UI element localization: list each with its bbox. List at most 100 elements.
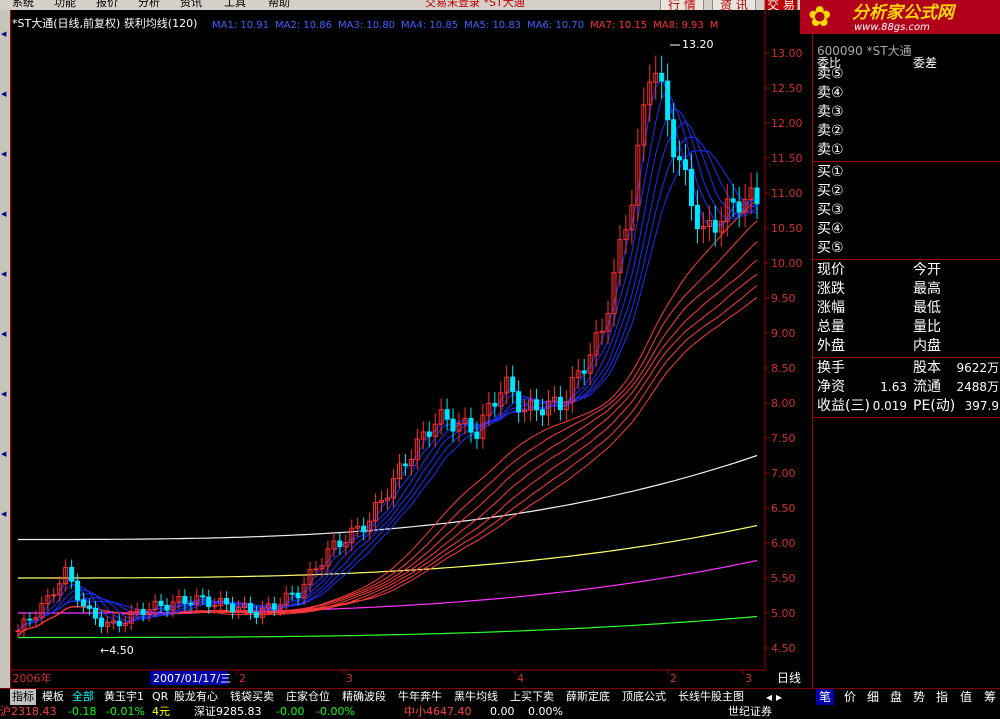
sh-change-pct: -0.01% (106, 705, 145, 718)
y-tick-label: 12.50 (771, 82, 803, 95)
tab-jingque[interactable]: 精确波段 (342, 689, 386, 705)
kline-svg[interactable]: 13.00 12.50 12.00 11.50 11.00 10.50 10.00 9.50 9… (10, 10, 810, 688)
tab-gulong[interactable]: 股龙有心 (174, 689, 218, 705)
tab-changxian[interactable]: 长线牛股主图 (678, 689, 744, 705)
eps-value: 0.019 (872, 399, 907, 413)
news-button[interactable]: 资 讯 (712, 0, 756, 10)
candle-body (337, 540, 343, 548)
tab-scroll-left[interactable]: ◂ (766, 689, 772, 705)
arrow-icon[interactable]: ◀ (1, 150, 6, 158)
tab-zhi2[interactable]: 值 (960, 689, 972, 705)
indicator-tabs: 指标 模板 全部 黄玉宇1 QR 股龙有心 钱袋买卖 庄家仓位 精确波段 牛年奔… (0, 688, 1000, 705)
candle-body (665, 80, 671, 121)
y-tick-label: 6.00 (771, 537, 796, 550)
logo-title: 分析家公式网 (852, 3, 954, 23)
candle-body (581, 370, 587, 374)
ma-label: MA5: 10.83 (464, 20, 522, 31)
zx-index: 中小4647.40 (404, 705, 472, 718)
price-label: 现价 (817, 262, 845, 278)
tab-indicator[interactable]: 指标 (10, 689, 36, 705)
float-value: 2488万 (956, 380, 999, 394)
menu-analysis[interactable]: 分析 (138, 0, 160, 9)
arrow-icon[interactable]: ◀ (1, 210, 6, 218)
kline-chart[interactable]: 13.00 12.50 12.00 11.50 11.00 10.50 10.00 9.50 9… (10, 10, 810, 688)
candle-body (444, 409, 450, 420)
y-tick-label: 6.50 (771, 502, 796, 515)
tab-qr[interactable]: QR (152, 689, 168, 705)
trade-button[interactable]: 交 易 (764, 0, 798, 10)
sell2-label: 卖② (817, 123, 844, 139)
open-label: 今开 (913, 262, 941, 278)
candle-body (557, 396, 563, 411)
tab-xi[interactable]: 细 (867, 689, 879, 705)
buy2-label: 买② (817, 183, 844, 199)
tab-chou[interactable]: 筹 (984, 689, 996, 705)
tab-dingdi[interactable]: 顶底公式 (622, 689, 666, 705)
inner-label: 内盘 (913, 338, 941, 354)
zx-change: 0.00 (490, 705, 515, 718)
tab-heiniu[interactable]: 黑牛均线 (454, 689, 498, 705)
tab-xuesi[interactable]: 薛斯定底 (566, 689, 610, 705)
tab-shangmai[interactable]: 上买下卖 (510, 689, 554, 705)
quote-button[interactable]: 行 情 (660, 0, 704, 10)
tab-huangyuyu[interactable]: 黄玉宇1 (104, 689, 144, 705)
tab-bi[interactable]: 笔 (816, 689, 835, 705)
menu-info[interactable]: 资讯 (180, 0, 202, 9)
ma-label: MA8: 9.93 (653, 20, 704, 31)
candle-body (539, 409, 545, 416)
tab-scroll-right[interactable]: ▸ (776, 689, 782, 705)
tab-niunian[interactable]: 牛年奔牛 (398, 689, 442, 705)
y-tick-label: 5.00 (771, 607, 796, 620)
arrow-icon[interactable]: ◀ (1, 510, 6, 518)
ma-label: MA2: 10.86 (275, 20, 333, 31)
sz-index: 深证9285.83 (194, 705, 262, 718)
arrow-icon[interactable]: ◀ (1, 390, 6, 398)
tab-all[interactable]: 全部 (72, 689, 94, 705)
left-scroll-strip[interactable]: ◀ ◀ ◀ ◀ ◀ ◀ ◀ ◀ ◀ (0, 10, 10, 688)
tab-zhuangjia[interactable]: 庄家仓位 (286, 689, 330, 705)
candle-body (75, 580, 81, 601)
tab-jia[interactable]: 价 (844, 689, 856, 705)
candle-body (402, 463, 408, 467)
y-tick-label: 9.00 (771, 327, 796, 340)
candle-body (140, 608, 146, 616)
candle-body (69, 566, 75, 582)
candle-body (683, 159, 689, 170)
tab-zhi[interactable]: 指 (936, 689, 948, 705)
candle-body (712, 219, 718, 233)
menu-help[interactable]: 帮助 (268, 0, 290, 9)
arrow-icon[interactable]: ◀ (1, 30, 6, 38)
sz-change: -0.00 (276, 705, 305, 718)
divider (813, 161, 1000, 162)
tab-pan[interactable]: 盘 (890, 689, 902, 705)
change-label: 涨跌 (817, 281, 845, 297)
y-tick-label: 8.50 (771, 362, 796, 375)
candle-body (474, 431, 480, 439)
ma-legend: MA1: 10.91 MA2: 10.86 MA3: 10.80 MA4: 10.85… (212, 17, 724, 31)
x-tick-label: 2 (239, 672, 246, 685)
high-label: 最高 (913, 281, 941, 297)
arrow-icon[interactable]: ◀ (1, 330, 6, 338)
y-tick-label: 10.50 (771, 222, 803, 235)
candle-body (736, 201, 742, 213)
candle-body (361, 525, 367, 533)
x-tick-label: 3 (745, 672, 752, 685)
tab-qiandai[interactable]: 钱袋买卖 (230, 689, 274, 705)
candle-body (247, 603, 253, 614)
candle-body (87, 605, 93, 609)
sell4-label: 卖④ (817, 85, 844, 101)
candle-body (295, 592, 301, 599)
menu-tools[interactable]: 工具 (224, 0, 246, 9)
arrow-icon[interactable]: ◀ (1, 450, 6, 458)
menu-system[interactable]: 系统 (12, 0, 34, 9)
capital-value: 9622万 (956, 361, 999, 375)
tab-shi[interactable]: 势 (913, 689, 925, 705)
candle-body (51, 594, 57, 597)
buy5-label: 买⑤ (817, 240, 844, 256)
arrow-icon[interactable]: ◀ (1, 270, 6, 278)
tab-template[interactable]: 模板 (42, 689, 64, 705)
menu-quote[interactable]: 报价 (96, 0, 118, 9)
arrow-icon[interactable]: ◀ (1, 90, 6, 98)
menu-function[interactable]: 功能 (54, 0, 76, 9)
login-status: 交易未登录 *ST大通 (425, 0, 525, 9)
